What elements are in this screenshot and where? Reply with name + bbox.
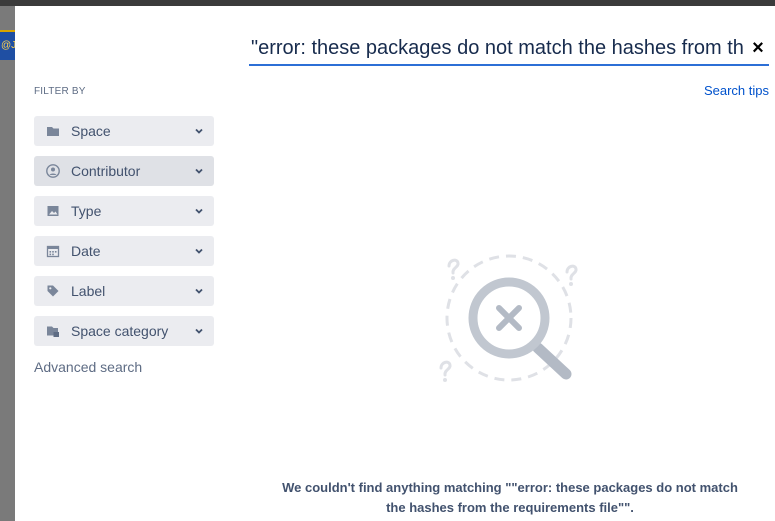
advanced-search-link[interactable]: Advanced search	[34, 359, 142, 375]
calendar-icon	[46, 245, 60, 258]
image-icon	[47, 206, 59, 216]
folder-category-icon	[47, 326, 59, 337]
filter-list: Space Contributor Type Date Label Space …	[34, 116, 214, 356]
no-results-message: We couldn't find anything matching ""err…	[260, 478, 760, 518]
filter-by-heading: FILTER BY	[34, 86, 86, 97]
search-input[interactable]: "error: these packages do not match the …	[251, 33, 743, 63]
filter-type[interactable]: Type	[34, 196, 214, 226]
tag-icon	[47, 285, 59, 297]
chevron-down-icon	[195, 168, 203, 174]
chevron-down-icon	[195, 128, 203, 134]
filter-space-category[interactable]: Space category	[34, 316, 214, 346]
filter-label: Type	[71, 203, 102, 219]
search-tips-link[interactable]: Search tips	[704, 83, 769, 98]
chevron-down-icon	[195, 288, 203, 294]
chevron-down-icon	[195, 328, 203, 334]
filter-label: Date	[71, 243, 101, 259]
no-results-line-1: We couldn't find anything matching ""err…	[282, 480, 738, 495]
no-results-magnifier-icon	[439, 254, 578, 382]
chevron-down-icon	[195, 208, 203, 214]
filter-label: Label	[71, 283, 106, 299]
background-page-fragment: @J	[0, 30, 15, 60]
filter-label: Space	[71, 123, 111, 139]
filter-label: Space category	[71, 323, 169, 339]
user-icon	[46, 164, 60, 178]
search-bar: "error: these packages do not match the …	[249, 32, 769, 66]
filter-label: Contributor	[71, 163, 141, 179]
filter-space[interactable]: Space	[34, 116, 214, 146]
folder-icon	[47, 127, 59, 136]
no-results-line-2: the hashes from the requirements file"".	[386, 500, 634, 515]
filter-date[interactable]: Date	[34, 236, 214, 266]
filter-label-tag[interactable]: Label	[34, 276, 214, 306]
search-dialog: "error: these packages do not match the …	[15, 6, 775, 521]
filter-contributor[interactable]: Contributor	[34, 156, 214, 186]
close-icon[interactable]: ×	[749, 38, 767, 58]
chevron-down-icon	[195, 248, 203, 254]
